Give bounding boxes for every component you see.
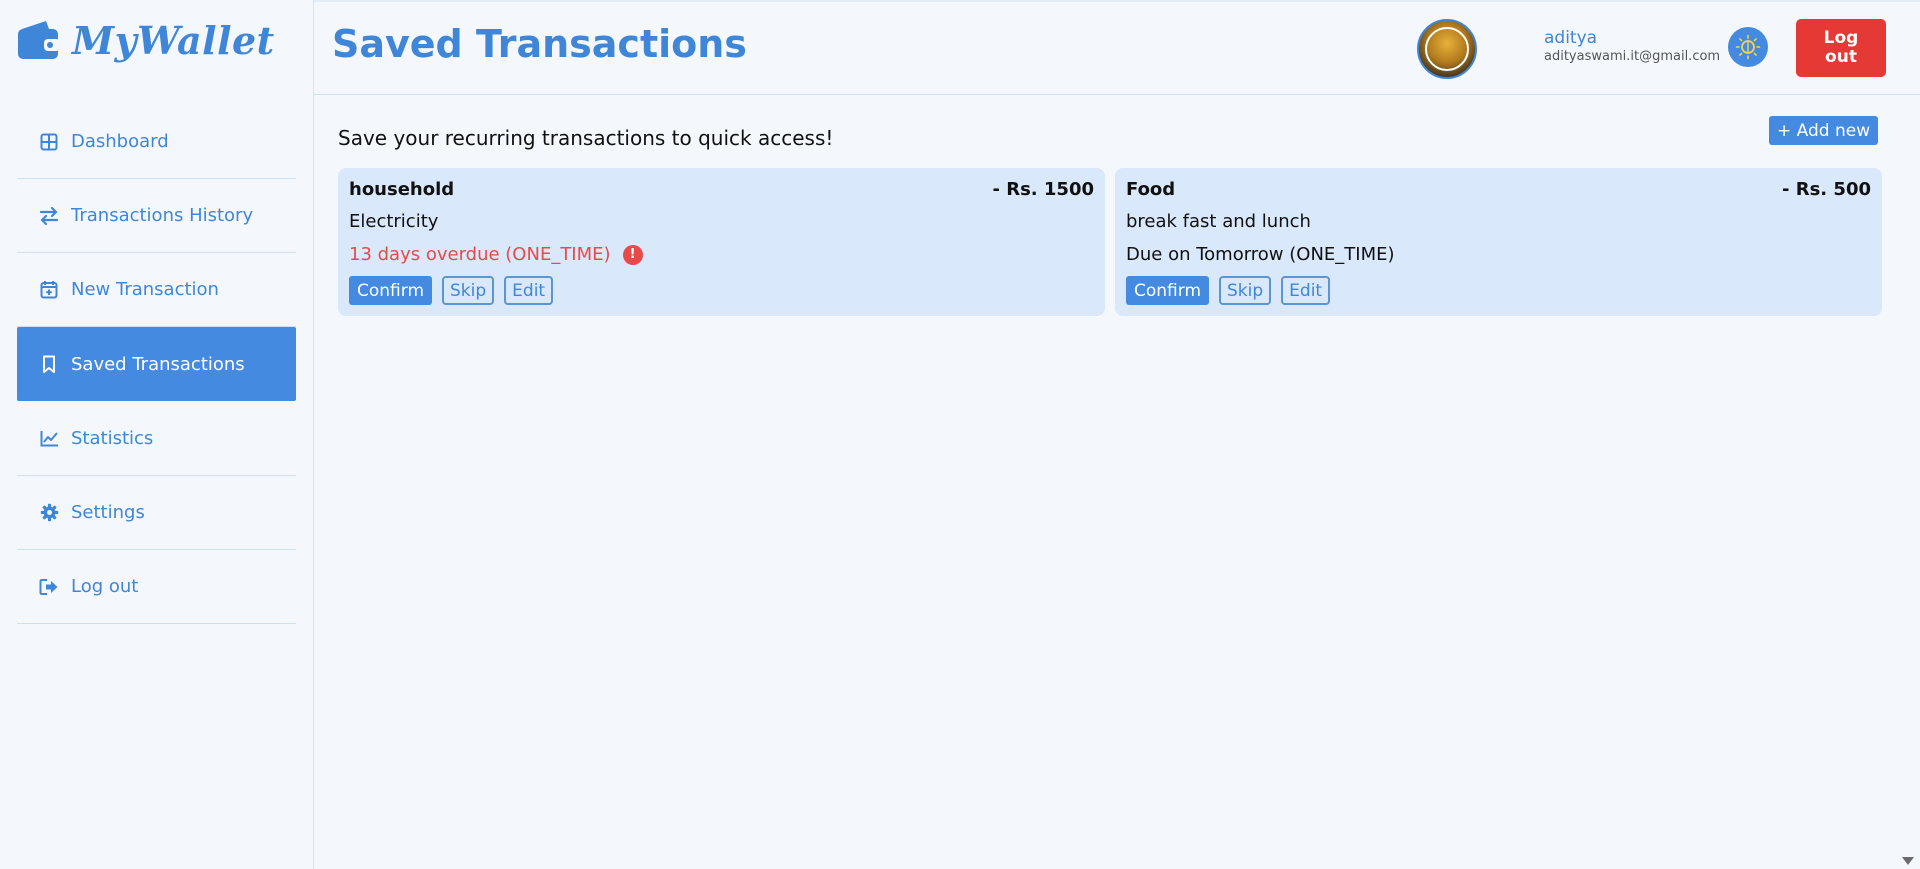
brand-name: MyWallet (72, 18, 275, 63)
sidebar-item-label: Transactions History (71, 205, 254, 226)
sidebar-item-label: Statistics (71, 428, 154, 449)
app-logo[interactable]: MyWallet (16, 18, 275, 63)
edit-button[interactable]: Edit (1281, 276, 1331, 305)
top-header: Saved Transactions aditya adityaswami.it… (314, 0, 1920, 95)
sidebar-item-transactions-history[interactable]: Transactions History (17, 179, 296, 253)
due-text: 13 days overdue (ONE_TIME) (349, 244, 611, 265)
saved-transaction-card: household - Rs. 1500 Electricity 13 days… (338, 168, 1105, 316)
card-actions: Confirm Skip Edit (349, 276, 554, 305)
logout-button[interactable]: Log out (1796, 19, 1886, 77)
sidebar-item-log-out[interactable]: Log out (17, 550, 296, 624)
card-description: Electricity (349, 211, 439, 232)
alert-icon: ! (622, 244, 643, 265)
sidebar: MyWallet Dashboard Transactions History … (0, 0, 314, 869)
add-new-button[interactable]: + Add new (1769, 116, 1879, 145)
calendar-plus-icon (39, 280, 59, 300)
sun-icon (1735, 34, 1761, 60)
sidebar-item-label: New Transaction (71, 279, 219, 300)
sidebar-nav: Dashboard Transactions History New Trans… (17, 105, 296, 624)
sidebar-item-dashboard[interactable]: Dashboard (17, 105, 296, 179)
sidebar-item-label: Log out (71, 576, 139, 597)
scroll-down-arrow[interactable] (1902, 857, 1914, 865)
card-description: break fast and lunch (1126, 211, 1311, 232)
card-amount: - Rs. 500 (1782, 179, 1871, 200)
card-due-status: 13 days overdue (ONE_TIME) ! (349, 244, 643, 265)
arrows-exchange-icon (39, 206, 59, 226)
avatar[interactable] (1417, 19, 1477, 79)
page-title: Saved Transactions (332, 22, 747, 66)
card-actions: Confirm Skip Edit (1126, 276, 1331, 305)
sidebar-item-label: Saved Transactions (71, 353, 245, 375)
skip-button[interactable]: Skip (1219, 276, 1272, 305)
sidebar-item-label: Settings (71, 502, 145, 523)
sign-out-icon (39, 577, 59, 597)
card-category: household (349, 179, 455, 200)
user-email: adityaswami.it@gmail.com (1544, 49, 1721, 64)
grid-icon (39, 132, 59, 152)
due-text: Due on Tomorrow (ONE_TIME) (1126, 244, 1395, 265)
saved-transaction-card: Food - Rs. 500 break fast and lunch Due … (1115, 168, 1882, 316)
confirm-button[interactable]: Confirm (1126, 276, 1210, 305)
theme-toggle-button[interactable] (1728, 27, 1768, 67)
sidebar-item-label: Dashboard (71, 131, 169, 152)
bookmark-icon (39, 354, 59, 374)
card-category: Food (1126, 179, 1176, 200)
gear-icon (39, 503, 59, 523)
skip-button[interactable]: Skip (442, 276, 495, 305)
sidebar-item-statistics[interactable]: Statistics (17, 402, 296, 476)
edit-button[interactable]: Edit (504, 276, 554, 305)
card-due-status: Due on Tomorrow (ONE_TIME) (1126, 244, 1395, 265)
sidebar-item-new-transaction[interactable]: New Transaction (17, 253, 296, 327)
card-amount: - Rs. 1500 (992, 179, 1094, 200)
main-content: Save your recurring transactions to quic… (314, 96, 1920, 869)
user-name: aditya (1544, 28, 1598, 48)
intro-text: Save your recurring transactions to quic… (338, 126, 834, 150)
sidebar-item-settings[interactable]: Settings (17, 476, 296, 550)
sidebar-item-saved-transactions[interactable]: Saved Transactions (17, 327, 296, 401)
line-chart-icon (39, 429, 59, 449)
wallet-icon (18, 20, 60, 59)
confirm-button[interactable]: Confirm (349, 276, 433, 305)
